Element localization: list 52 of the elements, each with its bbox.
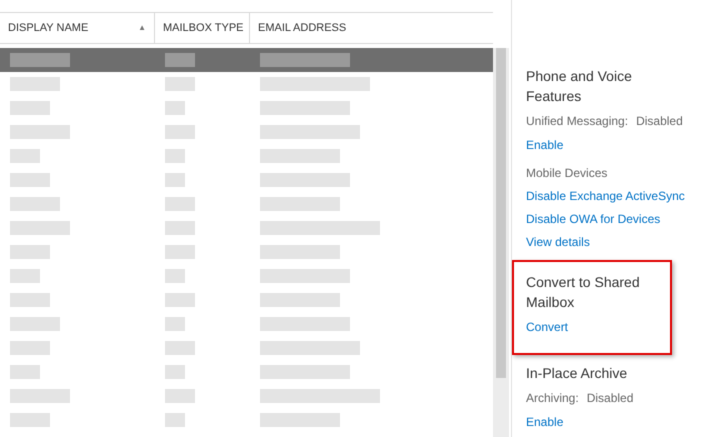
redacted-text: [10, 101, 50, 115]
column-header[interactable]: EMAIL ADDRESS: [258, 20, 346, 36]
redacted-text: [10, 125, 70, 139]
redacted-text: [165, 245, 195, 259]
section-title: Phone and Voice Features: [526, 67, 633, 106]
redacted-text: [10, 149, 40, 163]
action-link[interactable]: Enable: [526, 134, 564, 157]
table-row[interactable]: [0, 48, 493, 72]
redacted-text: [165, 197, 195, 211]
sort-indicator: ▲: [138, 22, 146, 34]
redacted-text: [10, 365, 40, 379]
status-label: Archiving:: [526, 390, 579, 407]
redacted-text: [165, 389, 195, 403]
action-link[interactable]: Enable: [526, 411, 564, 434]
action-link[interactable]: Disable Exchange ActiveSync: [526, 185, 685, 208]
redacted-text: [10, 77, 60, 91]
redacted-text: [10, 389, 70, 403]
scrollbar[interactable]: [493, 48, 509, 437]
redacted-text: [165, 293, 195, 307]
redacted-text: [165, 365, 185, 379]
redacted-text: [165, 341, 195, 355]
subsection-heading: Mobile Devices: [526, 165, 608, 182]
redacted-text: [10, 317, 60, 331]
status-value: Disabled: [636, 113, 683, 130]
redacted-text: [165, 101, 185, 115]
section-title: In-Place Archive: [526, 364, 628, 383]
action-link[interactable]: Convert: [526, 316, 568, 339]
redacted-text: [10, 341, 50, 355]
action-link[interactable]: View details: [526, 231, 590, 254]
redacted-text: [165, 149, 185, 163]
section-title: Convert to Shared Mailbox: [526, 273, 641, 312]
redacted-text: [165, 317, 185, 331]
redacted-text: [10, 197, 60, 211]
redacted-text: [165, 413, 185, 427]
redacted-text: [165, 173, 185, 187]
redacted-text: [10, 413, 50, 427]
redacted-text: [165, 53, 195, 67]
column-header[interactable]: DISPLAY NAME: [8, 20, 88, 36]
redacted-text: [10, 269, 40, 283]
action-link[interactable]: Disable OWA for Devices: [526, 208, 660, 231]
redacted-text: [10, 173, 50, 187]
redacted-text: [10, 293, 50, 307]
status-label: Unified Messaging:: [526, 113, 628, 130]
redacted-text: [10, 245, 50, 259]
redacted-text: [165, 269, 185, 283]
redacted-text: [10, 221, 70, 235]
redacted-text: [165, 125, 195, 139]
column-header[interactable]: MAILBOX TYPE: [163, 20, 244, 36]
redacted-text: [10, 53, 70, 67]
redacted-text: [165, 221, 195, 235]
redacted-text: [165, 77, 195, 91]
status-value: Disabled: [586, 390, 634, 407]
